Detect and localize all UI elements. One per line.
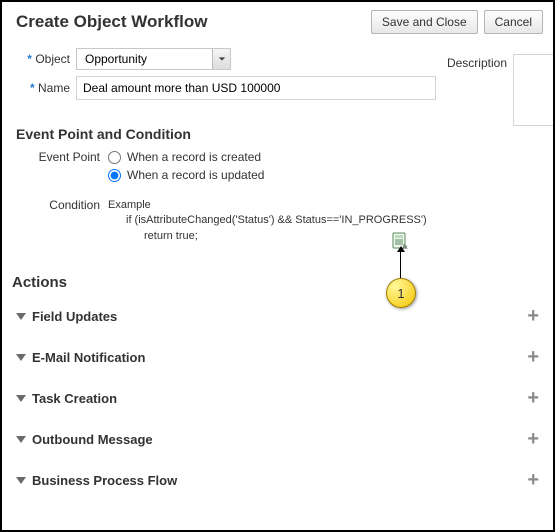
object-select[interactable]: Opportunity	[76, 48, 231, 70]
callout-arrow	[400, 250, 401, 278]
object-label: Object	[16, 52, 76, 66]
add-icon[interactable]: +	[527, 470, 539, 490]
accordion-row-4[interactable]: Business Process Flow +	[2, 459, 553, 500]
radio-created-input[interactable]	[108, 151, 121, 164]
save-and-close-button[interactable]: Save and Close	[371, 10, 478, 34]
accordion-title: Task Creation	[32, 391, 117, 406]
radio-updated-input[interactable]	[108, 169, 121, 182]
description-label: Description	[447, 54, 507, 70]
radio-created[interactable]: When a record is created	[108, 150, 261, 164]
name-label: Name	[16, 81, 76, 95]
accordion-row-2[interactable]: Task Creation +	[2, 377, 553, 418]
accordion-title: Business Process Flow	[32, 473, 177, 488]
name-input[interactable]	[76, 76, 436, 100]
accordion-title: Outbound Message	[32, 432, 153, 447]
disclosure-triangle-icon	[16, 395, 26, 402]
radio-updated-label: When a record is updated	[127, 168, 264, 182]
disclosure-triangle-icon	[16, 313, 26, 320]
description-textarea[interactable]	[513, 54, 553, 126]
accordion-title: Field Updates	[32, 309, 117, 324]
accordion-row-1[interactable]: E-Mail Notification +	[2, 336, 553, 377]
disclosure-triangle-icon	[16, 436, 26, 443]
cancel-button[interactable]: Cancel	[484, 10, 543, 34]
radio-created-label: When a record is created	[127, 150, 261, 164]
add-icon[interactable]: +	[527, 429, 539, 449]
callout-badge-1: 1	[386, 278, 416, 308]
event-point-label: Event Point	[36, 150, 108, 164]
actions-heading: Actions	[2, 244, 553, 295]
accordion-row-0[interactable]: Field Updates +	[2, 295, 553, 336]
add-icon[interactable]: +	[527, 388, 539, 408]
add-icon[interactable]: +	[527, 347, 539, 367]
disclosure-triangle-icon	[16, 477, 26, 484]
page-title: Create Object Workflow	[16, 12, 207, 32]
disclosure-triangle-icon	[16, 354, 26, 361]
accordion-title: E-Mail Notification	[32, 350, 145, 365]
radio-updated[interactable]: When a record is updated	[108, 168, 264, 182]
add-icon[interactable]: +	[527, 306, 539, 326]
condition-label: Condition	[36, 198, 108, 212]
accordion-row-3[interactable]: Outbound Message +	[2, 418, 553, 459]
condition-example: Example if (isAttributeChanged('Status')…	[108, 198, 427, 244]
